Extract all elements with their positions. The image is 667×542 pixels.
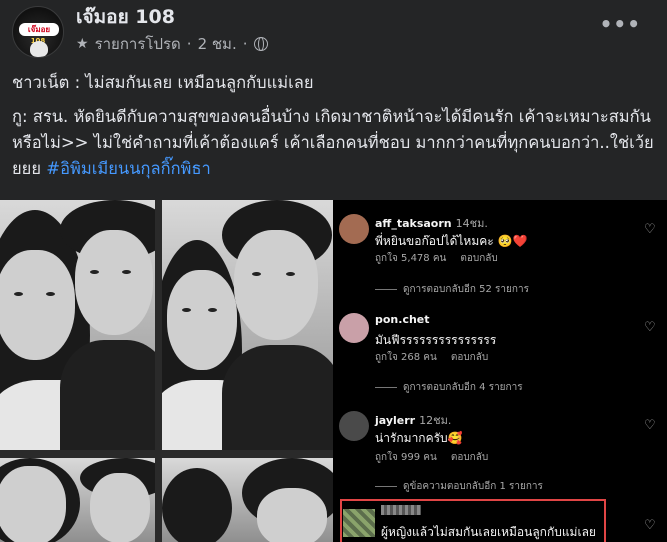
photobooth-strip: [0, 200, 333, 542]
page-name[interactable]: เจ๊มอย 108: [76, 2, 175, 32]
meta-separator: ·: [186, 35, 192, 53]
comment-text: น่ารักมากครับ🥰: [375, 431, 463, 445]
more-options-button[interactable]: •••: [600, 12, 641, 36]
instagram-comments: aff_taksaorn 14ชม. พี่หยินขอก๊อปได้ไหมคะ …: [333, 200, 667, 542]
comment-avatar[interactable]: [339, 214, 369, 244]
heart-icon[interactable]: ♡: [644, 518, 656, 533]
reply-link[interactable]: ตอบกลับ: [451, 352, 488, 363]
comment-user-name[interactable]: jaylerr: [375, 414, 415, 427]
photo-frame-3: [0, 458, 155, 542]
comment-text: ผู้หญิงแล้วไม่สมกันเลยเหมือนลูกกับแม่เลย: [381, 525, 596, 539]
facebook-post: เจ๊มอย 108 เจ๊มอย 108 ★ รายการโปรด · 2 ช…: [0, 0, 667, 542]
comment-time: 14ชม.: [455, 217, 488, 230]
comment-meta: ถูกใจ 999 คน ตอบกลับ: [375, 450, 502, 465]
comment-text: มันฟีรรรรรรรรรรรรรรร: [375, 333, 497, 347]
globe-icon: [253, 37, 268, 51]
comment-avatar[interactable]: [339, 313, 369, 343]
photo-frame-4: [162, 458, 333, 542]
heart-icon[interactable]: ♡: [644, 418, 656, 433]
meta-separator-2: ·: [242, 35, 248, 53]
favorites-label[interactable]: รายการโปรด: [95, 32, 181, 56]
comment-likes[interactable]: ถูกใจ 268 คน: [375, 352, 437, 363]
heart-icon[interactable]: ♡: [644, 222, 656, 237]
hashtag-link[interactable]: #อิพิมเมียนนกุลกิ๊กพิธา: [46, 159, 211, 178]
comment-meta: ถูกใจ 268 คน ตอบกลับ: [375, 350, 502, 365]
comment-username[interactable]: pon.chet: [375, 313, 430, 326]
comment-avatar[interactable]: [339, 411, 369, 441]
reply-link[interactable]: ตอบกลับ: [451, 452, 488, 463]
heart-icon[interactable]: ♡: [644, 320, 656, 335]
view-replies-link[interactable]: ดูการตอบกลับอีก 4 รายการ: [375, 380, 523, 395]
post-body: กู: สรน. หัดยินดีกับความสุขของคนอื่นบ้าง…: [12, 104, 660, 182]
comment-user-name[interactable]: aff_taksaorn: [375, 217, 452, 230]
blurred-username: [381, 505, 421, 515]
photo-frame-1: [0, 200, 155, 450]
post-meta: ★ รายการโปรด · 2 ชม. ·: [76, 32, 268, 56]
comment-time: 12ชม.: [419, 414, 452, 427]
avatar-face: [30, 41, 48, 57]
comment-likes[interactable]: ถูกใจ 5,478 คน: [375, 253, 446, 264]
avatar-badge: เจ๊มอย: [19, 23, 59, 36]
comment-username[interactable]: aff_taksaorn 14ชม.: [375, 214, 488, 232]
comment-meta: ถูกใจ 5,478 คน ตอบกลับ: [375, 251, 512, 266]
reply-link[interactable]: ตอบกลับ: [460, 253, 497, 264]
star-icon: ★: [76, 36, 89, 52]
comment-username[interactable]: jaylerr 12ชม.: [375, 411, 451, 429]
page-avatar[interactable]: เจ๊มอย 108: [12, 6, 64, 58]
photo-frame-2: [162, 200, 333, 450]
view-replies-link[interactable]: ดูการตอบกลับอีก 52 รายการ: [375, 282, 529, 297]
blurred-avatar: [343, 509, 375, 537]
post-headline: ชาวเน็ต : ไม่สมกันเลย เหมือนลูกกับแม่เลย: [12, 73, 314, 92]
post-time[interactable]: 2 ชม.: [198, 32, 237, 56]
post-image[interactable]: aff_taksaorn 14ชม. พี่หยินขอก๊อปได้ไหมคะ …: [0, 200, 667, 542]
comment-text: พี่หยินขอก๊อปได้ไหมคะ 🥺❤️: [375, 234, 528, 248]
comment-likes[interactable]: ถูกใจ 999 คน: [375, 452, 437, 463]
view-replies-link[interactable]: ดูข้อความตอบกลับอีก 1 รายการ: [375, 479, 543, 494]
